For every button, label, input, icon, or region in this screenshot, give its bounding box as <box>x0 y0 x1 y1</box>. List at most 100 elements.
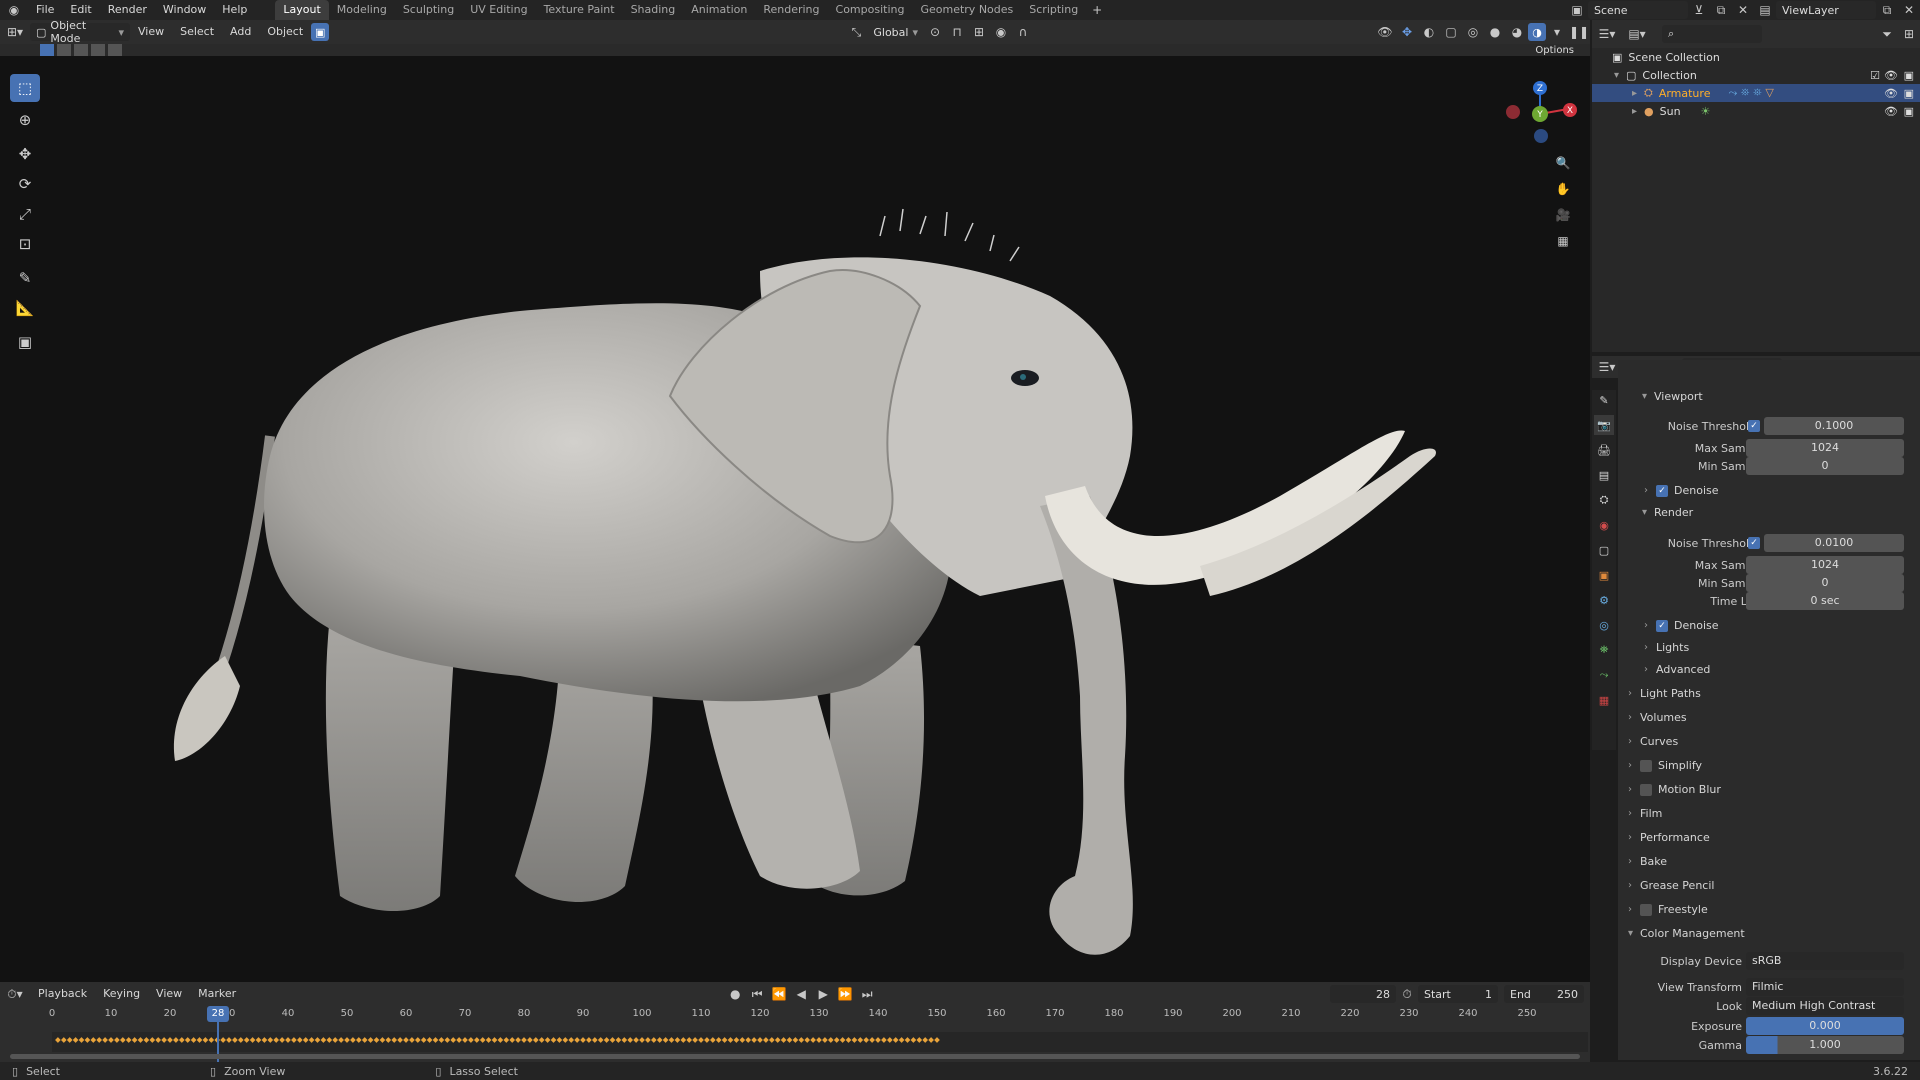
texture-tab-icon[interactable]: ▦ <box>1594 690 1614 710</box>
navigation-gizmo[interactable]: Z X Y <box>1498 76 1578 146</box>
keyframe-diamond[interactable] <box>650 1037 657 1043</box>
options-button[interactable]: Options <box>1529 44 1580 56</box>
blender-logo-icon[interactable]: ◉ <box>0 1 28 19</box>
keyframe-diamond[interactable] <box>881 1037 887 1043</box>
panel-simplify[interactable]: › Simplify <box>1628 759 1702 772</box>
render-min-samples-field[interactable]: 0 <box>1746 574 1904 592</box>
keyframe-diamond[interactable] <box>580 1037 586 1043</box>
keyframe-diamond[interactable] <box>745 1037 752 1043</box>
xray-icon[interactable]: ▢ <box>1440 23 1462 41</box>
select-intersect-icon[interactable] <box>108 44 122 56</box>
keyframe-diamond[interactable] <box>379 1037 386 1043</box>
menu-file[interactable]: File <box>28 0 62 20</box>
keyframe-diamond[interactable] <box>692 1037 698 1043</box>
keyframe-diamond[interactable] <box>597 1037 604 1043</box>
camera-render-icon[interactable]: ▣ <box>1904 69 1914 82</box>
camera-render-icon[interactable]: ▣ <box>1904 87 1914 100</box>
keyframe-diamond[interactable] <box>84 1037 91 1043</box>
tab-geometry-nodes[interactable]: Geometry Nodes <box>912 0 1021 20</box>
viewport-denoise-header[interactable]: › ✓ Denoise <box>1644 484 1719 497</box>
keyframe-diamond[interactable] <box>798 1037 805 1043</box>
solid-shading-icon[interactable]: ● <box>1484 23 1506 41</box>
render-denoise-header[interactable]: › ✓ Denoise <box>1644 619 1719 632</box>
keyframe-diamond[interactable] <box>715 1037 722 1043</box>
keyframe-diamond[interactable] <box>55 1037 61 1043</box>
falloff-icon[interactable]: ∩ <box>1012 23 1034 41</box>
output-tab-icon[interactable]: 🖨 <box>1594 440 1614 460</box>
keyframe-diamond[interactable] <box>804 1037 811 1043</box>
gizmo-toggle-icon[interactable]: ✥ <box>1396 23 1418 41</box>
keyframe-diamond[interactable] <box>308 1037 315 1043</box>
keyframe-diamond[interactable] <box>827 1037 834 1043</box>
move-icon[interactable]: ✥ <box>10 140 40 168</box>
keyframe-diamond[interactable] <box>698 1037 704 1043</box>
keyframe-diamond[interactable] <box>72 1037 79 1043</box>
panel-curves[interactable]: › Curves <box>1628 735 1678 748</box>
keyframe-diamond[interactable] <box>420 1037 427 1043</box>
keyframe-diamond[interactable] <box>833 1037 840 1043</box>
menu-select[interactable]: Select <box>172 22 222 42</box>
keyframe-diamond[interactable] <box>414 1037 421 1043</box>
keyframe-diamond[interactable] <box>727 1037 734 1043</box>
select-subtract-icon[interactable] <box>74 44 88 56</box>
keyframe-diamond[interactable] <box>639 1037 645 1043</box>
expand-icon[interactable]: ▸ <box>1632 88 1644 99</box>
keyframe-diamond[interactable] <box>538 1037 545 1043</box>
keyframe-diamond[interactable] <box>344 1037 350 1043</box>
keyframe-diamond[interactable] <box>857 1037 864 1043</box>
orientation-selector[interactable]: Global ▾ <box>867 23 924 41</box>
keyframe-diamond[interactable] <box>232 1037 238 1043</box>
keyframe-diamond[interactable] <box>426 1037 433 1043</box>
tab-layout[interactable]: Layout <box>275 0 329 20</box>
keyframe-diamond[interactable] <box>143 1037 150 1043</box>
keyframe-diamond[interactable] <box>167 1037 173 1043</box>
keyframe-diamond[interactable] <box>521 1037 527 1043</box>
view-layer-tab-icon[interactable]: ▤ <box>1594 465 1614 485</box>
keyframe-diamond[interactable] <box>562 1037 569 1043</box>
data-tab-icon[interactable]: ⛯ <box>1594 640 1614 660</box>
look-dropdown[interactable]: Medium High Contrast <box>1746 997 1904 1015</box>
tool-tab-icon[interactable]: ✎ <box>1594 390 1614 410</box>
visibility-icon[interactable]: 👁 <box>1374 23 1396 41</box>
keyframe-diamond[interactable] <box>892 1037 899 1043</box>
keyframe-diamond[interactable] <box>739 1037 746 1043</box>
keyframe-diamond[interactable] <box>662 1037 669 1043</box>
advanced-subpanel-header[interactable]: › Advanced <box>1644 663 1710 676</box>
tab-texture-paint[interactable]: Texture Paint <box>536 0 623 20</box>
keyframe-diamond[interactable] <box>674 1037 681 1043</box>
transform-affect-icon[interactable]: ▣ <box>311 23 330 41</box>
menu-window[interactable]: Window <box>155 0 214 20</box>
select-extend-icon[interactable] <box>57 44 71 56</box>
camera-icon[interactable]: 🎥 <box>1552 202 1574 228</box>
keyframe-diamond[interactable] <box>78 1037 85 1043</box>
display-device-dropdown[interactable]: sRGB <box>1746 952 1904 970</box>
eye-icon[interactable]: 👁 <box>1884 69 1898 82</box>
cursor-icon[interactable]: ⊕ <box>10 106 40 134</box>
keyframe-diamond[interactable] <box>603 1037 610 1043</box>
keyframe-diamond[interactable] <box>934 1037 940 1043</box>
keyframe-diamond[interactable] <box>509 1037 516 1043</box>
menu-add[interactable]: Add <box>222 22 259 42</box>
keyframe-diamond[interactable] <box>350 1037 356 1043</box>
keyframe-diamond[interactable] <box>645 1037 651 1043</box>
keyframe-diamond[interactable] <box>462 1037 468 1043</box>
exposure-slider[interactable]: 0.000 <box>1746 1017 1904 1035</box>
editor-type-icon[interactable]: ⊞▾ <box>0 23 30 41</box>
panel-grease-pencil[interactable]: › Grease Pencil <box>1628 879 1714 892</box>
pivot-icon[interactable]: ⊙ <box>924 23 946 41</box>
keyframe-diamond[interactable] <box>243 1037 250 1043</box>
keyframe-diamond[interactable] <box>515 1037 521 1043</box>
keyframe-diamond[interactable] <box>568 1037 575 1043</box>
modifier-tab-icon[interactable]: ⚙ <box>1594 590 1614 610</box>
menu-view[interactable]: View <box>130 22 172 42</box>
keyframe-diamond[interactable] <box>928 1037 934 1043</box>
viewport-noise-threshold-field[interactable]: 0.1000 <box>1764 417 1904 435</box>
keyframes[interactable] <box>0 982 1590 1062</box>
keyframe-diamond[interactable] <box>686 1037 693 1043</box>
keyframe-diamond[interactable] <box>757 1037 763 1043</box>
keyframe-diamond[interactable] <box>338 1037 344 1043</box>
keyframe-diamond[interactable] <box>131 1037 138 1043</box>
noise-threshold-checkbox[interactable]: ✓ <box>1748 537 1760 549</box>
keyframe-diamond[interactable] <box>409 1037 415 1043</box>
mode-selector[interactable]: ▢ Object Mode ▾ <box>30 19 130 45</box>
